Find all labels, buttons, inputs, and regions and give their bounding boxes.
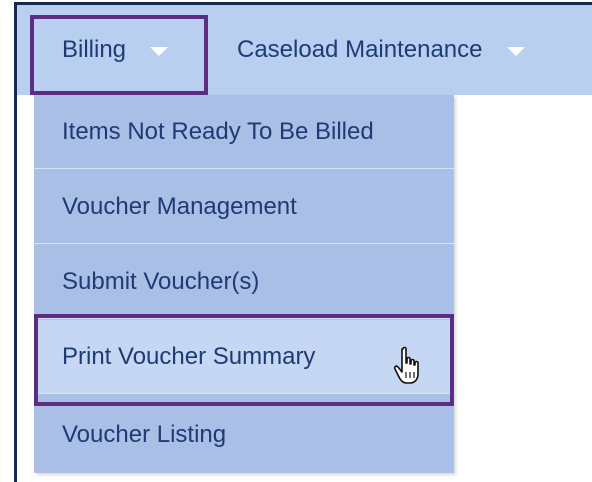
menu-item-label: Print Voucher Summary xyxy=(62,342,316,370)
nav-caseload-maintenance-menu[interactable]: Caseload Maintenance xyxy=(237,5,525,95)
menu-item-label: Items Not Ready To Be Billed xyxy=(62,117,374,145)
menu-item-print-voucher-summary[interactable]: Print Voucher Summary xyxy=(34,320,454,394)
nav-billing-menu[interactable]: Billing xyxy=(30,5,208,95)
menu-item-items-not-ready[interactable]: Items Not Ready To Be Billed xyxy=(34,95,454,169)
nav-billing-label: Billing xyxy=(62,36,127,63)
menu-item-label: Voucher Management xyxy=(62,192,297,220)
menu-item-submit-vouchers[interactable]: Submit Voucher(s) xyxy=(34,245,454,319)
menu-item-label: Voucher Listing xyxy=(62,421,227,448)
nav-caseload-label: Caseload Maintenance xyxy=(237,36,483,63)
chevron-down-icon xyxy=(150,46,169,56)
menu-item-voucher-listing[interactable]: Voucher Listing xyxy=(34,398,454,472)
menu-item-label: Submit Voucher(s) xyxy=(62,267,260,295)
menu-item-voucher-management[interactable]: Voucher Management xyxy=(34,170,454,244)
billing-dropdown-menu: Items Not Ready To Be Billed Voucher Man… xyxy=(34,95,454,473)
chevron-down-icon xyxy=(506,46,525,56)
